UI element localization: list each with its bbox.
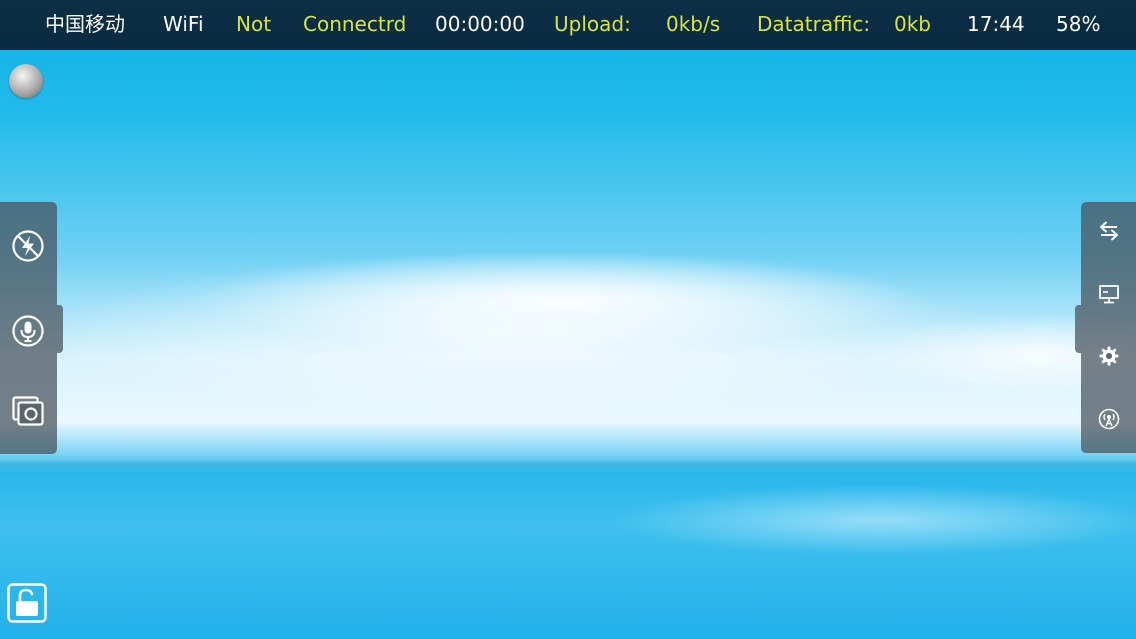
upload-label: Upload: <box>554 12 631 36</box>
gear-icon[interactable] <box>1096 343 1122 369</box>
camera-preview-background <box>0 0 1136 639</box>
right-toolbar-handle[interactable] <box>1075 305 1081 353</box>
microphone-icon[interactable] <box>10 313 46 349</box>
connection-status-word1: Not <box>236 12 272 36</box>
datatraffic-label: Datatraffic: <box>757 12 871 36</box>
carrier-name: 中国移动 <box>45 12 125 36</box>
network-type: WiFi <box>163 12 204 36</box>
left-toolbar-handle[interactable] <box>57 305 63 353</box>
battery-level: 58% <box>1056 12 1101 36</box>
record-ball-icon[interactable] <box>9 64 43 98</box>
status-bar: 中国移动 WiFi Not Connectrd 00:00:00 Upload:… <box>0 0 1136 50</box>
monitor-icon[interactable] <box>1096 281 1122 307</box>
clock: 17:44 <box>967 12 1025 36</box>
datatraffic-value: 0kb <box>894 12 932 36</box>
photo-capture-icon[interactable] <box>10 393 46 429</box>
upload-value: 0kb/s <box>666 12 721 36</box>
flash-off-icon[interactable] <box>10 228 46 264</box>
connection-status-word2: Connectrd <box>303 12 407 36</box>
unlock-icon[interactable] <box>7 583 47 623</box>
horizon-line <box>0 459 1136 471</box>
swap-arrows-icon[interactable] <box>1096 218 1122 244</box>
broadcast-icon[interactable] <box>1096 406 1122 432</box>
record-timer: 00:00:00 <box>435 12 525 36</box>
